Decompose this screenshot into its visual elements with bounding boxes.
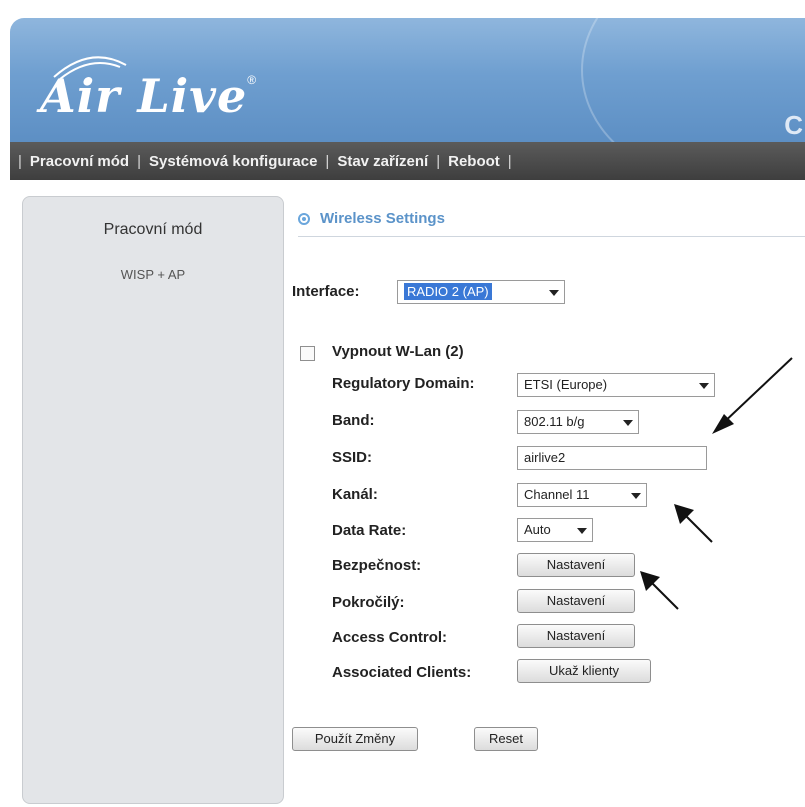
ssid-input[interactable]: airlive2 bbox=[517, 446, 707, 470]
apply-changes-button[interactable]: Použít Změny bbox=[292, 727, 418, 751]
reset-button[interactable]: Reset bbox=[474, 727, 538, 751]
header-right-text: C bbox=[784, 110, 803, 140]
nav-separator: | bbox=[18, 152, 22, 170]
disable-wlan-label: Vypnout W-Lan (2) bbox=[332, 343, 464, 360]
regulatory-domain-select[interactable]: ETSI (Europe) bbox=[517, 373, 715, 397]
nav-item-pracovni-mod[interactable]: Pracovní mód bbox=[30, 153, 129, 170]
ssid-label: SSID: bbox=[332, 449, 373, 466]
band-select[interactable]: 802.11 b/g bbox=[517, 410, 639, 434]
show-clients-button[interactable]: Ukaž klienty bbox=[517, 659, 651, 683]
sidebar-mode-value: WISP + AP bbox=[120, 267, 186, 282]
regulatory-domain-label: Regulatory Domain: bbox=[332, 375, 475, 392]
channel-value: Channel 11 bbox=[524, 487, 590, 502]
channel-label: Kanál: bbox=[332, 486, 378, 503]
section-title: Wireless Settings bbox=[320, 210, 445, 227]
dropdown-arrow-icon bbox=[577, 528, 587, 534]
associated-clients-label: Associated Clients: bbox=[332, 664, 472, 681]
nav-separator: | bbox=[325, 152, 330, 170]
annotation-arrow-icon bbox=[712, 357, 793, 434]
dropdown-arrow-icon bbox=[623, 420, 633, 426]
security-label: Bezpečnost: bbox=[332, 557, 422, 574]
nav-separator: | bbox=[137, 152, 142, 170]
access-control-label: Access Control: bbox=[332, 629, 448, 646]
band-label: Band: bbox=[332, 412, 375, 429]
dropdown-arrow-icon bbox=[549, 290, 559, 296]
band-value: 802.11 b/g bbox=[524, 414, 585, 429]
header-banner: Air Live® C bbox=[10, 18, 805, 142]
nav-separator: | bbox=[507, 152, 512, 170]
interface-label: Interface: bbox=[292, 283, 360, 300]
regulatory-domain-value: ETSI (Europe) bbox=[524, 377, 608, 392]
data-rate-value: Auto bbox=[524, 522, 551, 537]
page: Air Live® C | Pracovní mód | Systémová k… bbox=[0, 0, 805, 807]
advanced-settings-button[interactable]: Nastavení bbox=[517, 589, 635, 613]
access-control-button[interactable]: Nastavení bbox=[517, 624, 635, 648]
channel-select[interactable]: Channel 11 bbox=[517, 483, 647, 507]
disable-wlan-checkbox[interactable] bbox=[300, 346, 315, 361]
data-rate-select[interactable]: Auto bbox=[517, 518, 593, 542]
interface-select-value: RADIO 2 (AP) bbox=[404, 283, 492, 300]
top-nav: | Pracovní mód | Systémová konfigurace |… bbox=[10, 142, 805, 180]
section-header: Wireless Settings bbox=[298, 208, 805, 237]
sidebar: Pracovní mód WISP + AP bbox=[22, 196, 284, 804]
nav-item-stav-zarizeni[interactable]: Stav zařízení bbox=[337, 153, 428, 170]
advanced-label: Pokročilý: bbox=[332, 594, 405, 611]
nav-item-reboot[interactable]: Reboot bbox=[448, 153, 500, 170]
annotation-arrow-icon bbox=[640, 571, 679, 610]
annotation-arrow-icon bbox=[674, 504, 713, 543]
registered-icon: ® bbox=[247, 73, 257, 87]
nav-separator: | bbox=[436, 152, 441, 170]
data-rate-label: Data Rate: bbox=[332, 522, 407, 539]
airlive-logo: Air Live® bbox=[40, 56, 257, 119]
security-settings-button[interactable]: Nastavení bbox=[517, 553, 635, 577]
nav-item-systemova-konfigurace[interactable]: Systémová konfigurace bbox=[149, 153, 317, 170]
dropdown-arrow-icon bbox=[631, 493, 641, 499]
sidebar-title: Pracovní mód bbox=[103, 221, 203, 238]
interface-select[interactable]: RADIO 2 (AP) bbox=[397, 280, 565, 304]
header-swoosh bbox=[581, 18, 805, 142]
logo-arc-icon bbox=[53, 56, 127, 80]
radio-bullet-icon bbox=[298, 213, 310, 225]
